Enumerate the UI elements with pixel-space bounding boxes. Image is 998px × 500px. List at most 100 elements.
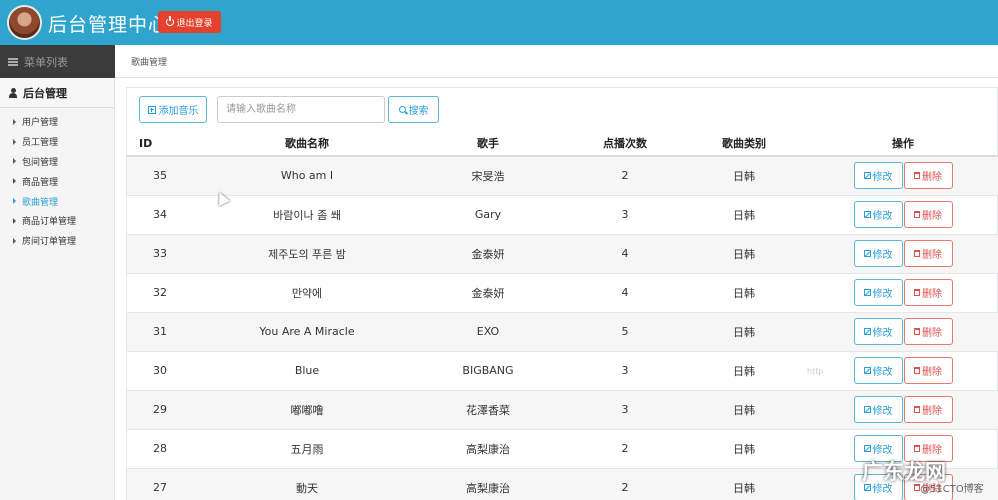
breadcrumb: 歌曲管理 [131,58,168,68]
table-row: 33 제주도의 푸른 밤 金泰妍 4 日韩 修改 删除 [127,234,998,274]
sub-header: 菜单列表 歌曲管理 [0,45,998,78]
cell-actions: 修改 删除 [807,195,998,235]
sidebar-heading[interactable]: 后台管理 [0,78,114,108]
edit-button[interactable]: 修改 [853,396,903,423]
edit-button[interactable]: 修改 [853,357,903,384]
add-music-button[interactable]: 添加音乐 [139,96,207,123]
edit-icon [863,289,871,296]
edit-button[interactable]: 修改 [853,279,903,306]
trash-icon [914,289,920,296]
search-button[interactable]: 搜索 [388,96,439,123]
delete-label: 删除 [922,172,942,184]
sidebar-item-label: 房间订单管理 [22,237,77,248]
cell-plays: 3 [569,390,681,430]
avatar[interactable] [7,5,42,40]
sidebar-item-songs[interactable]: 歌曲管理 [0,191,114,211]
edit-label: 修改 [872,211,893,222]
sidebar-heading-label: 后台管理 [23,86,67,100]
row-actions: 修改 删除 [807,240,998,267]
cell-plays: 4 [569,273,681,313]
column-header-song-name[interactable]: 歌曲名称 [207,131,407,157]
cell-singer: Gary [407,195,569,235]
cell-song-name: 제주도의 푸른 밤 [207,234,407,274]
song-search-input[interactable] [217,96,385,123]
sidebar-item-label: 商品订单管理 [22,217,77,228]
trash-icon [914,406,920,413]
delete-button[interactable]: 删除 [903,279,953,306]
cell-plays: 5 [569,312,681,352]
cell-song-name: 五月雨 [207,429,407,469]
cell-category: 日韩 [681,156,807,196]
sidebar-item-label: 包间管理 [22,157,59,168]
delete-button[interactable]: 删除 [903,396,953,423]
column-header-singer[interactable]: 歌手 [407,131,569,157]
cell-song-name: Who am I [207,156,407,196]
delete-button[interactable]: 删除 [903,318,953,345]
cell-song-name: 만약에 [207,273,407,313]
menu-list-toggle[interactable]: 菜单列表 [0,45,115,78]
watermark-credit: @51CTO博客 [920,484,984,495]
cell-singer: 花澤香菜 [407,390,569,430]
delete-button[interactable]: 删除 [903,162,953,190]
row-actions: 修改 删除 [807,279,998,306]
column-header-plays[interactable]: 点播次数 [569,131,681,157]
cell-actions: 修改 删除 [807,156,998,196]
watermark-faint: http [807,367,824,376]
table-row: 30 Blue BIGBANG 3 日韩 修改 删除 [127,351,998,391]
delete-label: 删除 [922,367,942,378]
sidebar-item-label: 员工管理 [22,138,59,149]
cell-id: 29 [127,390,207,430]
edit-button[interactable]: 修改 [853,201,903,228]
delete-button[interactable]: 删除 [903,201,953,228]
column-header-id[interactable]: ID [127,131,207,157]
sidebar-item-staff[interactable]: 员工管理 [0,132,114,152]
trash-icon [914,367,920,374]
delete-label: 删除 [922,445,942,456]
cell-id: 32 [127,273,207,313]
caret-right-icon [13,158,16,165]
delete-label: 删除 [922,211,942,222]
sidebar-item-label: 歌曲管理 [22,197,59,208]
table-row: 34 바람이나 좀 쐐 Gary 3 日韩 修改 删除 [127,195,998,235]
sidebar-item-product-orders[interactable]: 商品订单管理 [0,211,114,231]
edit-label: 修改 [872,406,893,417]
sidebar-item-products[interactable]: 商品管理 [0,171,114,191]
edit-icon [863,211,871,218]
sidebar-item-users[interactable]: 用户管理 [0,112,114,132]
caret-right-icon [13,178,16,185]
cell-plays: 4 [569,234,681,274]
cell-category: 日韩 [681,312,807,352]
table-row: 35 Who am I 宋旻浩 2 日韩 修改 删除 [127,156,998,196]
column-header-category[interactable]: 歌曲类别 [681,131,807,157]
caret-right-icon [13,138,16,145]
edit-button[interactable]: 修改 [853,318,903,345]
row-actions: 修改 删除 [807,396,998,423]
plus-square-icon [147,105,156,114]
app-title: 后台管理中心 [48,14,169,36]
delete-label: 删除 [922,289,942,300]
cell-song-name: 動天 [207,468,407,500]
delete-label: 删除 [922,250,942,261]
delete-button[interactable]: 删除 [903,357,953,384]
cell-category: 日韩 [681,351,807,391]
edit-icon [863,406,871,413]
trash-icon [914,211,920,218]
table-row: 29 嘟嘟噜 花澤香菜 3 日韩 修改 删除 [127,390,998,430]
delete-button[interactable]: 删除 [903,240,953,267]
sidebar-menu: 用户管理 员工管理 包间管理 商品管理 歌曲管理 商品订单管理 房间订单管理 [0,108,114,251]
cell-id: 34 [127,195,207,235]
sidebar-item-rooms[interactable]: 包间管理 [0,152,114,172]
sidebar-item-room-orders[interactable]: 房间订单管理 [0,231,114,251]
cell-actions: 修改 删除 [807,351,998,391]
edit-icon [863,367,871,374]
trash-icon [914,172,920,180]
main-panel: 添加音乐 搜索 ID 歌曲名称 歌手 点播次数 歌曲类别 操作 35Who am… [126,87,998,500]
logout-label: 退出登录 [176,18,213,29]
table-body: 35 Who am I 宋旻浩 2 日韩 修改 删除 34 바람이나 좀 쐐 Gary 3 日韩 修改删… [127,156,998,500]
row-actions: 修改 删除 [807,357,998,384]
edit-button[interactable]: 修改 [853,162,903,190]
edit-icon [863,445,871,452]
edit-button[interactable]: 修改 [853,240,903,267]
logout-button[interactable]: 退出登录 [158,11,221,33]
caret-right-icon [13,198,16,205]
